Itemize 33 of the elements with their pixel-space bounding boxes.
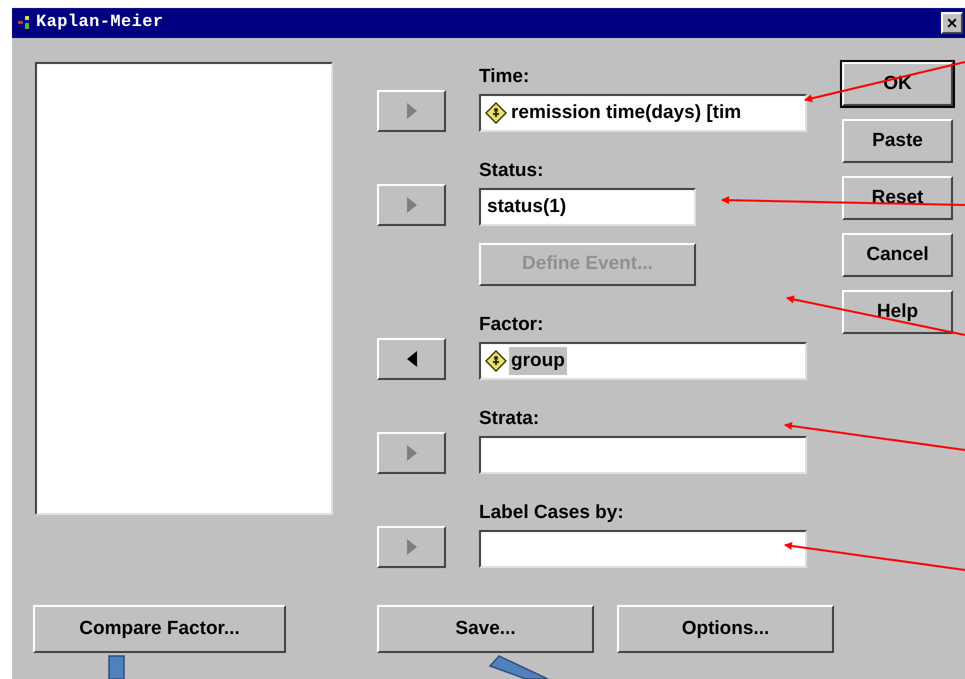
dialog-button[interactable]: Paste: [842, 119, 953, 163]
field-label: Strata:: [479, 407, 540, 431]
dialog-button[interactable]: Options...: [617, 605, 834, 653]
close-button[interactable]: ×: [941, 12, 963, 34]
app-icon: [18, 14, 32, 32]
variable-field[interactable]: remission time(days) [tim: [479, 94, 807, 132]
dialog-button[interactable]: Help: [842, 290, 953, 334]
variable-field[interactable]: status(1): [479, 188, 696, 226]
variable-name: group: [509, 346, 567, 376]
variable-name: status(1): [486, 194, 568, 219]
left-triangle-icon: [406, 350, 418, 368]
variable-field[interactable]: group: [479, 342, 807, 380]
annotation-arrow: [108, 655, 125, 679]
variable-name: remission time(days) [tim: [510, 100, 742, 125]
dialog-button[interactable]: Reset: [842, 176, 953, 220]
right-triangle-icon: [406, 102, 418, 120]
right-triangle-icon: [406, 444, 418, 462]
field-label: Status:: [479, 159, 544, 183]
variable-field[interactable]: [479, 436, 807, 474]
field-label: Label Cases by:: [479, 501, 625, 525]
annotation-arrow: [488, 655, 549, 679]
right-triangle-icon: [406, 196, 418, 214]
right-triangle-icon: [406, 538, 418, 556]
variable-field[interactable]: [479, 530, 807, 568]
dialog-button[interactable]: Cancel: [842, 233, 953, 277]
window-title: Kaplan-Meier: [36, 12, 164, 34]
field-label: Time:: [479, 65, 530, 89]
variable-icon: [485, 102, 507, 124]
move-arrow-button[interactable]: [377, 338, 446, 380]
variable-icon: [485, 350, 507, 372]
dialog-button[interactable]: Save...: [377, 605, 594, 653]
dialog-button[interactable]: Compare Factor...: [33, 605, 286, 653]
field-label: Factor:: [479, 313, 544, 337]
